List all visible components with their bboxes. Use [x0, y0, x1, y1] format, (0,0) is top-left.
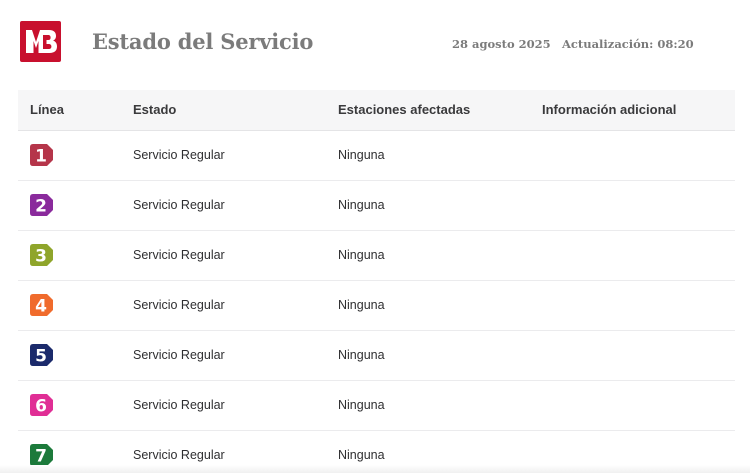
affected-stations-cell: Ninguna [338, 248, 385, 262]
line-1-icon[interactable]: 1 [30, 144, 53, 167]
line-number: 1 [35, 147, 47, 167]
table-row: 4 Servicio Regular Ninguna [18, 281, 735, 331]
status-cell: Servicio Regular [133, 148, 225, 162]
table-header: Línea Estado Estaciones afectadas Inform… [18, 90, 735, 131]
current-date: 28 agosto 2025 [452, 37, 551, 51]
table-row: 5 Servicio Regular Ninguna [18, 331, 735, 381]
line-number: 7 [35, 447, 47, 467]
column-header-line: Línea [30, 102, 64, 117]
affected-stations-cell: Ninguna [338, 448, 385, 462]
line-3-icon[interactable]: 3 [30, 244, 53, 267]
affected-stations-cell: Ninguna [338, 198, 385, 212]
line-number: 4 [35, 297, 47, 317]
status-cell: Servicio Regular [133, 398, 225, 412]
status-cell: Servicio Regular [133, 448, 225, 462]
line-number: 6 [35, 397, 47, 417]
metro-logo-icon[interactable] [20, 21, 61, 62]
affected-stations-cell: Ninguna [338, 398, 385, 412]
bottom-edge [0, 465, 750, 473]
line-number: 5 [35, 347, 47, 367]
page-header: Estado del Servicio 28 agosto 2025 Actua… [0, 0, 750, 88]
table-row: 2 Servicio Regular Ninguna [18, 181, 735, 231]
line-4-icon[interactable]: 4 [30, 294, 53, 317]
page-title: Estado del Servicio [92, 29, 314, 54]
line-number: 3 [35, 247, 47, 267]
service-status-table: Línea Estado Estaciones afectadas Inform… [18, 90, 735, 473]
column-header-stations: Estaciones afectadas [338, 102, 471, 117]
line-6-icon[interactable]: 6 [30, 394, 53, 417]
line-2-icon[interactable]: 2 [30, 194, 53, 217]
column-header-info: Información adicional [542, 102, 677, 117]
status-cell: Servicio Regular [133, 248, 225, 262]
table-body: 1 Servicio Regular Ninguna 2 Servicio Regula… [18, 131, 735, 473]
line-7-icon[interactable]: 7 [30, 444, 53, 467]
line-number: 2 [35, 197, 47, 217]
status-cell: Servicio Regular [133, 198, 225, 212]
table-row: 6 Servicio Regular Ninguna [18, 381, 735, 431]
column-header-status: Estado [133, 102, 177, 117]
update-time: Actualización: 08:20 [562, 37, 694, 51]
affected-stations-cell: Ninguna [338, 148, 385, 162]
status-cell: Servicio Regular [133, 298, 225, 312]
status-cell: Servicio Regular [133, 348, 225, 362]
table-row: 1 Servicio Regular Ninguna [18, 131, 735, 181]
table-row: 3 Servicio Regular Ninguna [18, 231, 735, 281]
line-5-icon[interactable]: 5 [30, 344, 53, 367]
affected-stations-cell: Ninguna [338, 298, 385, 312]
affected-stations-cell: Ninguna [338, 348, 385, 362]
